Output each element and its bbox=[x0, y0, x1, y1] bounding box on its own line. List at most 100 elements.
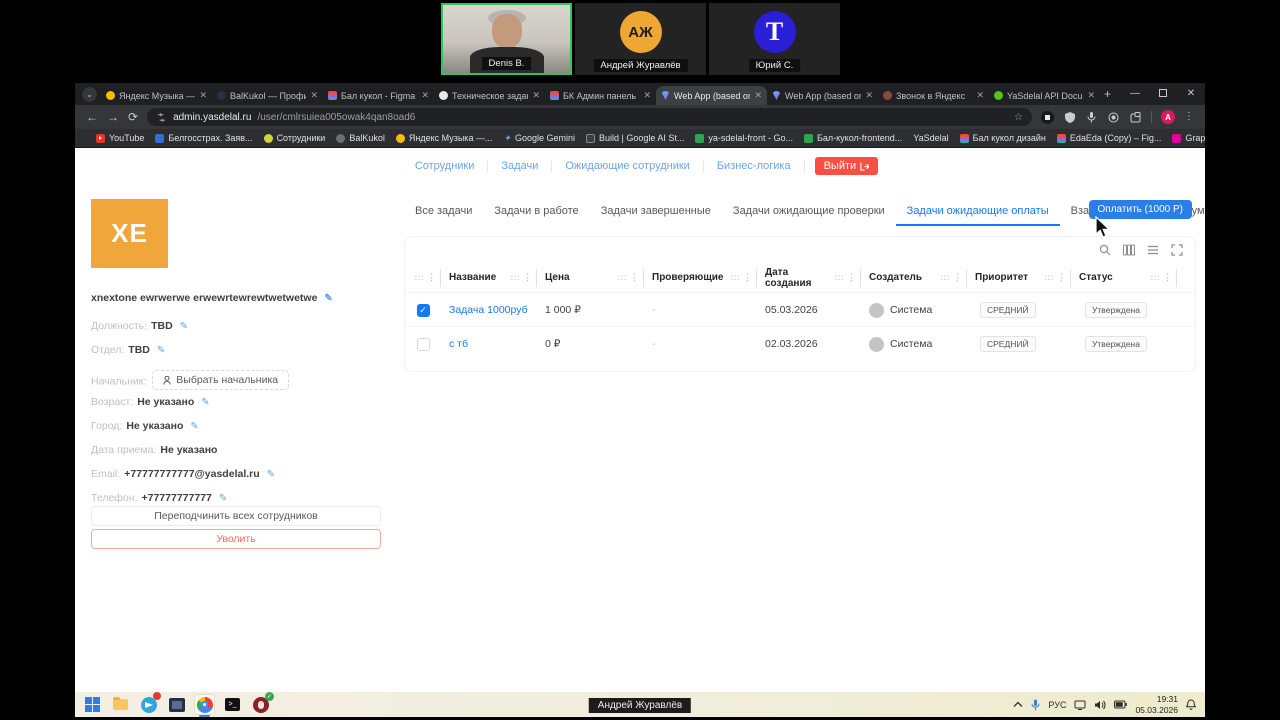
column-menu-icon[interactable]: ⋮ bbox=[847, 272, 856, 283]
bookmark[interactable]: Бал кукол дизайн bbox=[959, 133, 1046, 143]
terminal-icon[interactable]: >_ bbox=[223, 695, 242, 714]
fullscreen-icon[interactable] bbox=[1171, 244, 1183, 256]
row-checkbox-checked[interactable]: ✓ bbox=[416, 303, 430, 317]
tab-close-icon[interactable]: ✕ bbox=[1087, 90, 1095, 101]
bookmark[interactable]: Яндекс Музыка —... bbox=[395, 133, 492, 143]
nav-pending-employees[interactable]: Ожидающие сотрудники bbox=[552, 160, 704, 172]
browser-menu-icon[interactable]: ⋮ bbox=[1184, 112, 1194, 122]
column-header[interactable]: Название::: ⋮ bbox=[441, 268, 537, 287]
tab-close-icon[interactable]: ✕ bbox=[199, 90, 207, 101]
drag-handle-icon[interactable]: ::: bbox=[511, 273, 521, 282]
select-manager-button[interactable]: Выбрать начальника bbox=[152, 370, 290, 390]
browser-tab[interactable]: Яндекс Музыка — с ✕ bbox=[101, 86, 212, 105]
address-bar[interactable]: admin.yasdelal.ru/user/cmlrsuiea005owak4… bbox=[147, 108, 1032, 126]
drag-handle-icon[interactable]: ::: bbox=[731, 273, 741, 282]
edit-name-icon[interactable]: ✎ bbox=[324, 293, 332, 304]
tab-close-icon[interactable]: ✕ bbox=[421, 90, 429, 101]
bookmark[interactable]: BalKukol bbox=[336, 133, 385, 143]
edit-email-icon[interactable]: ✎ bbox=[267, 469, 275, 480]
participant-tile-camera[interactable]: Denis B. bbox=[441, 3, 572, 75]
browser-profile-avatar[interactable]: A bbox=[1161, 110, 1175, 124]
column-menu-icon[interactable]: ⋮ bbox=[1163, 272, 1172, 283]
column-header[interactable]: Приоритет::: ⋮ bbox=[967, 268, 1071, 287]
start-button[interactable] bbox=[83, 695, 102, 714]
tab-search-icon[interactable]: ⌄ bbox=[82, 87, 97, 102]
column-menu-icon[interactable]: ⋮ bbox=[630, 272, 639, 283]
column-header[interactable]: Статус::: ⋮ bbox=[1071, 268, 1177, 287]
drag-handle-icon[interactable]: ::: bbox=[618, 273, 628, 282]
maximize-button[interactable] bbox=[1149, 83, 1177, 105]
battery-icon[interactable] bbox=[1114, 700, 1128, 709]
row-checkbox[interactable] bbox=[416, 337, 430, 351]
clock[interactable]: 19:31 05.03.2026 bbox=[1135, 694, 1178, 714]
tab-awaiting-payment[interactable]: Задачи ожидающие оплаты bbox=[895, 205, 1060, 226]
tab-completed[interactable]: Задачи завершенные bbox=[590, 205, 722, 226]
chrome-taskbar-icon[interactable] bbox=[195, 695, 214, 717]
tab-group-icon[interactable] bbox=[1129, 111, 1142, 124]
extension-icon[interactable] bbox=[1041, 110, 1054, 124]
column-header[interactable]: Дата создания::: ⋮ bbox=[757, 267, 861, 289]
column-menu-icon[interactable]: ⋮ bbox=[1057, 272, 1066, 283]
drag-handle-icon[interactable]: ::: bbox=[941, 273, 951, 282]
browser-tab[interactable]: БК Админ панель (п ✕ bbox=[545, 86, 656, 105]
file-explorer-icon[interactable] bbox=[111, 695, 130, 714]
browser-tab[interactable]: Web App (based on ✕ bbox=[767, 86, 878, 105]
mic-permission-icon[interactable] bbox=[1085, 111, 1098, 124]
drag-handle-icon[interactable]: ::: bbox=[835, 273, 845, 282]
tab-awaiting-review[interactable]: Задачи ожидающие проверки bbox=[722, 205, 896, 226]
column-menu-icon[interactable]: ⋮ bbox=[743, 272, 752, 283]
participant-tile[interactable]: АЖ Андрей Журавлёв bbox=[575, 3, 706, 75]
bookmark[interactable]: ya-sdelal-front - Go... bbox=[695, 133, 793, 143]
nav-employees[interactable]: Сотрудники bbox=[402, 160, 489, 172]
browser-tab[interactable]: YaSdelal API Docume✕ bbox=[989, 86, 1100, 105]
tab-in-progress[interactable]: Задачи в работе bbox=[483, 205, 589, 226]
tab-close-icon[interactable]: ✕ bbox=[310, 90, 318, 101]
search-icon[interactable] bbox=[1099, 244, 1111, 256]
drag-handle-icon[interactable]: ::: bbox=[1045, 273, 1055, 282]
drag-handle-icon[interactable]: ::: bbox=[1151, 273, 1161, 282]
tab-close-icon[interactable]: ✕ bbox=[754, 90, 762, 101]
network-icon[interactable] bbox=[1074, 700, 1086, 710]
tab-close-icon[interactable]: ✕ bbox=[865, 90, 873, 101]
photos-app-icon[interactable] bbox=[167, 695, 186, 714]
bookmark[interactable]: EdaEda (Copy) – Fig... bbox=[1056, 133, 1161, 143]
columns-icon[interactable] bbox=[1123, 244, 1135, 256]
nav-tasks[interactable]: Задачи bbox=[488, 160, 553, 172]
column-header[interactable]: Проверяющие::: ⋮ bbox=[644, 268, 757, 287]
table-row[interactable]: ✓ Задача 1000руб 1 000 ₽ - 05.03.2026 Си… bbox=[405, 293, 1195, 327]
edit-age-icon[interactable]: ✎ bbox=[201, 397, 209, 408]
tray-chevron-icon[interactable] bbox=[1013, 701, 1023, 708]
reload-icon[interactable]: ⟳ bbox=[128, 111, 138, 123]
nav-business-logic[interactable]: Бизнес-логика bbox=[704, 160, 805, 172]
tab-close-icon[interactable]: ✕ bbox=[643, 90, 651, 101]
tab-close-icon[interactable]: ✕ bbox=[976, 90, 984, 101]
bookmark[interactable]: GraphQL Playground bbox=[1172, 133, 1205, 143]
camera-indicator-icon[interactable] bbox=[1107, 111, 1120, 124]
close-button[interactable]: ✕ bbox=[1177, 83, 1205, 105]
browser-tab-active[interactable]: Web App (based on ✕ bbox=[656, 86, 767, 105]
task-link[interactable]: Задача 1000руб bbox=[449, 304, 528, 316]
edit-position-icon[interactable]: ✎ bbox=[180, 321, 188, 332]
bookmark[interactable]: Сотрудники bbox=[263, 133, 325, 143]
edit-department-icon[interactable]: ✎ bbox=[157, 345, 165, 356]
bookmark-star-icon[interactable]: ☆ bbox=[1014, 112, 1023, 123]
logout-button[interactable]: Выйти bbox=[814, 157, 879, 175]
drag-handle-icon[interactable]: ::: bbox=[415, 273, 425, 282]
bookmark[interactable]: Бал-кукол-frontend... bbox=[803, 133, 902, 143]
tab-close-icon[interactable]: ✕ bbox=[532, 90, 540, 101]
bookmark[interactable]: Белгосстрах. Заяв... bbox=[155, 133, 253, 143]
fire-button[interactable]: Уволить bbox=[91, 529, 381, 549]
back-icon[interactable]: ← bbox=[86, 111, 98, 123]
edit-phone-icon[interactable]: ✎ bbox=[219, 493, 227, 504]
bookmark[interactable]: YaSdelal bbox=[913, 133, 948, 143]
language-indicator[interactable]: РУС bbox=[1048, 700, 1066, 710]
column-menu-icon[interactable]: ⋮ bbox=[523, 272, 532, 283]
speaker-icon[interactable] bbox=[1094, 700, 1106, 710]
column-header[interactable]: Создатель::: ⋮ bbox=[861, 268, 967, 287]
table-row[interactable]: с тб 0 ₽ - 02.03.2026 Система СРЕДНИЙ Ут… bbox=[405, 327, 1195, 361]
bookmark[interactable]: Build | Google AI St... bbox=[586, 133, 684, 143]
telegram-icon[interactable] bbox=[139, 692, 161, 714]
red-app-icon[interactable]: ✓ bbox=[251, 692, 274, 714]
tray-mic-icon[interactable] bbox=[1031, 699, 1040, 711]
new-tab-button[interactable]: + bbox=[1104, 87, 1111, 101]
